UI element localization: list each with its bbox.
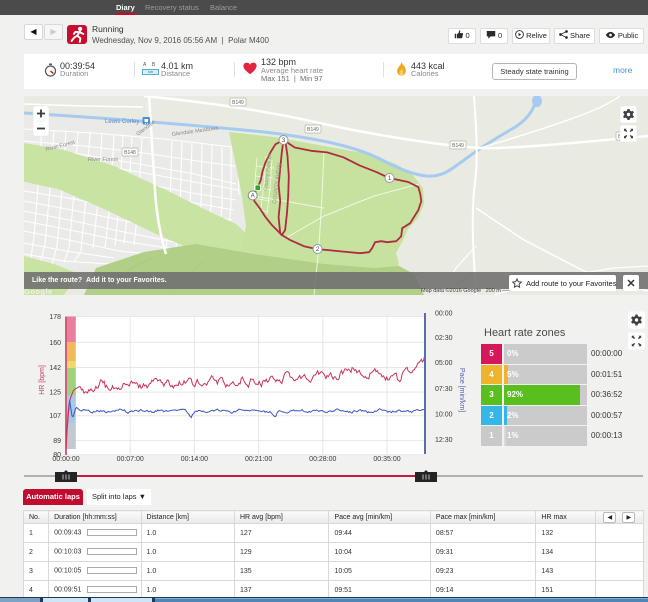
svg-text:00:00:00: 00:00:00	[52, 456, 79, 463]
svg-text:00:35:00: 00:35:00	[373, 456, 400, 463]
svg-text:Like the route? Add it to you: Like the route? Add it to your Favorites…	[32, 277, 167, 284]
svg-text:Heart rate zones: Heart rate zones	[484, 327, 566, 339]
svg-text:Lewis Corley: Lewis Corley	[105, 119, 139, 125]
svg-text:00:00: 00:00	[435, 311, 453, 318]
svg-text:07:30: 07:30	[435, 386, 453, 393]
svg-text:00:21:00: 00:21:00	[245, 456, 272, 463]
svg-text:05:00: 05:00	[435, 360, 453, 367]
svg-text:12:30: 12:30	[435, 437, 453, 444]
svg-text:00:07:00: 00:07:00	[117, 456, 144, 463]
svg-text:00:28:00: 00:28:00	[309, 456, 336, 463]
svg-text:B149: B149	[307, 127, 319, 133]
svg-text:B148: B148	[124, 150, 136, 156]
svg-text:02:30: 02:30	[435, 335, 453, 342]
svg-text:142: 142	[49, 365, 61, 372]
svg-text:HR [bpm]: HR [bpm]	[39, 365, 46, 395]
svg-text:00:14:00: 00:14:00	[181, 456, 208, 463]
svg-text:89: 89	[53, 438, 61, 445]
svg-text:125: 125	[49, 390, 61, 397]
svg-text:10:00: 10:00	[435, 412, 453, 419]
svg-text:Map data ©2016 Google 200 m: Map data ©2016 Google 200 m ———	[421, 287, 519, 294]
svg-text:B149: B149	[452, 143, 464, 149]
svg-text:A: A	[251, 194, 255, 200]
svg-text:160: 160	[49, 340, 61, 347]
svg-text:River Forest: River Forest	[88, 157, 118, 163]
svg-text:178: 178	[49, 314, 61, 321]
svg-text:Pace [min/km]: Pace [min/km]	[458, 368, 465, 412]
svg-text:Google: Google	[24, 287, 53, 295]
svg-text:Add route to your Favorites: Add route to your Favorites	[526, 279, 617, 288]
svg-text:B149: B149	[232, 100, 244, 106]
svg-text:107: 107	[49, 413, 61, 420]
